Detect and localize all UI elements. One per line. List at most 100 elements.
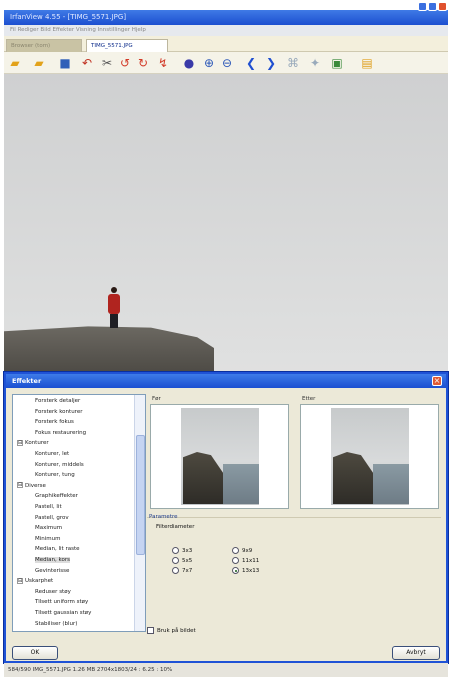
radio-label: 3x3 (182, 548, 193, 554)
tree-item[interactable]: Minimum (35, 535, 61, 543)
before-preview (150, 404, 289, 509)
radio-button[interactable] (232, 557, 239, 564)
checkbox-box[interactable] (147, 627, 154, 634)
open-icon[interactable]: ▰ (32, 56, 46, 70)
tree-item[interactable]: Tilsett uniform støy (35, 598, 88, 606)
tree-category[interactable]: ⊟ Konturer (17, 439, 49, 447)
effects-dialog: Effekter × Forsterk detaljer Forsterk kon… (4, 372, 448, 663)
rotate-left-icon[interactable]: ↺ (118, 56, 132, 70)
apply-to-image-checkbox[interactable]: Bruk på bildet (147, 626, 196, 636)
tree-category[interactable]: ⊟ Uskarphet (17, 577, 53, 585)
tree-item-label: Median, lit raste (35, 546, 80, 553)
tree-category[interactable]: ⊟ Diverse (17, 482, 46, 490)
tree-item-label: Pastell, lit (35, 504, 62, 510)
tree-item[interactable]: Median, lit raste (35, 545, 80, 553)
undo-icon[interactable]: ↶ (80, 56, 94, 70)
radio-button[interactable] (172, 557, 179, 564)
tree-item-label: Tilsett uniform støy (35, 599, 89, 606)
effects-tree[interactable]: Forsterk detaljer Forsterk konturer Forste… (12, 394, 146, 632)
menu-bar[interactable]: Fil Rediger Bild Effekter Visning Innsti… (4, 25, 448, 36)
open-folder-icon[interactable]: ▰ (8, 56, 22, 70)
resize-icon[interactable]: ↯ (156, 56, 170, 70)
tree-item-label: Diverse (25, 482, 46, 489)
tree-item[interactable]: Forsterk konturer (35, 408, 82, 416)
tree-item[interactable]: Tilsett gaussian støy (35, 609, 91, 617)
save-icon[interactable]: ■ (58, 56, 72, 70)
minimize-button[interactable] (418, 2, 427, 11)
radio-button[interactable] (172, 547, 179, 554)
person-figure (108, 294, 120, 314)
radio-button[interactable] (232, 567, 239, 574)
tree-item-label: Graphikeffekter (35, 493, 78, 500)
cut-icon[interactable]: ✂ (100, 56, 114, 70)
filter-size-radio[interactable]: 7x7 (172, 566, 192, 576)
radio-button[interactable] (172, 567, 179, 574)
tree-scrollbar[interactable] (134, 395, 145, 631)
tree-item-label: Forsterk konturer (35, 408, 83, 415)
effects-icon[interactable]: ✦ (308, 56, 322, 70)
tree-item-label: Gevinterisse (35, 567, 70, 574)
rotate-right-icon[interactable]: ↻ (136, 56, 150, 70)
slideshow-icon[interactable]: ⌘ (286, 56, 300, 70)
tree-item[interactable]: Maximum (35, 524, 62, 532)
filter-size-radio[interactable]: 11x11 (232, 556, 259, 566)
thumbnail-sea (223, 464, 259, 504)
filter-size-radio[interactable]: 5x5 (172, 556, 192, 566)
parameters-title: Parametre (149, 514, 178, 520)
prev-icon[interactable]: ❮ (244, 56, 258, 70)
tree-item[interactable]: Forsterk fokus (35, 418, 74, 426)
next-icon[interactable]: ❯ (264, 56, 278, 70)
tab-image-label: TIMG_5571.JPG (91, 43, 133, 49)
close-window-button[interactable] (438, 2, 447, 11)
tree-item[interactable]: Konturer, middels (35, 461, 84, 469)
tree-item[interactable]: Reduser støy (35, 588, 71, 596)
tree-item-label: Maximum (35, 525, 63, 532)
window-title: IrfanView 4.55 - [TIMG_5571.JPG] (10, 13, 127, 21)
settings-icon[interactable]: ▣ (330, 56, 344, 70)
thumbnail-rock (333, 452, 373, 504)
tree-item[interactable]: Gevinterisse (35, 567, 69, 575)
dialog-close-button[interactable]: × (432, 376, 442, 386)
zoom-out-icon[interactable]: ⊖ (220, 56, 234, 70)
menu-items[interactable]: Fil Rediger Bild Effekter Visning Innsti… (10, 27, 146, 33)
tab-browser[interactable]: Browser (tom) (6, 39, 82, 52)
apply-checkbox-label: Bruk på bildet (157, 628, 196, 634)
tree-expander-icon[interactable]: ⊟ (17, 439, 23, 446)
filter-size-radio[interactable]: 9x9 (232, 546, 252, 556)
toolbar: ▰ ▰ ■ ↶ ✂ ↺ ↻ ↯ ● ⊕ ⊖ ❮ ❯ ⌘ ✦ ▣ ▤ (4, 52, 448, 74)
zoom-in-icon[interactable]: ⊕ (202, 56, 216, 70)
person-figure-legs (110, 314, 118, 328)
color-icon[interactable]: ● (182, 56, 196, 70)
tree-item[interactable]: Median, kors (35, 556, 70, 564)
tree-item[interactable]: Fokus restaurering (35, 429, 86, 437)
tree-item-label: Tilsett gaussian støy (35, 610, 92, 616)
radio-label: 13x13 (242, 568, 260, 574)
tree-expander-icon[interactable]: ⊟ (17, 577, 23, 584)
radio-label: 11x11 (242, 558, 260, 564)
tree-item[interactable]: Pastell, grov (35, 514, 69, 522)
tree-item[interactable]: Konturer, tung (35, 471, 75, 479)
info-icon[interactable]: ▤ (360, 56, 374, 70)
filter-diameter-label: Filterdiameter (156, 524, 195, 530)
radio-button[interactable] (232, 547, 239, 554)
dialog-title: Effekter (12, 377, 42, 385)
tree-item-label: Median, kors (35, 557, 70, 563)
radio-label: 7x7 (182, 568, 193, 574)
tree-item[interactable]: Stabiliser (blur) (35, 620, 77, 628)
filter-size-radio[interactable]: 3x3 (172, 546, 192, 556)
person-figure-head (111, 287, 117, 293)
tree-item[interactable]: Graphikeffekter (35, 492, 78, 500)
tree-scrollbar-thumb[interactable] (136, 435, 145, 555)
tree-item[interactable]: Forsterk detaljer (35, 397, 80, 405)
tab-image[interactable]: TIMG_5571.JPG (86, 39, 168, 52)
before-label: Før (152, 396, 161, 402)
tree-item[interactable]: Pastell, lit (35, 503, 62, 511)
maximize-button[interactable] (428, 2, 437, 11)
tree-expander-icon[interactable]: ⊟ (17, 482, 23, 489)
tree-item-label: Minimum (35, 535, 61, 542)
tree-item[interactable]: Konturer, let (35, 450, 69, 458)
tree-item-label: Forsterk fokus (35, 419, 74, 426)
cancel-button[interactable]: Avbryt (392, 646, 440, 660)
ok-button[interactable]: OK (12, 646, 58, 660)
filter-size-radio[interactable]: 13x13 (232, 566, 259, 576)
